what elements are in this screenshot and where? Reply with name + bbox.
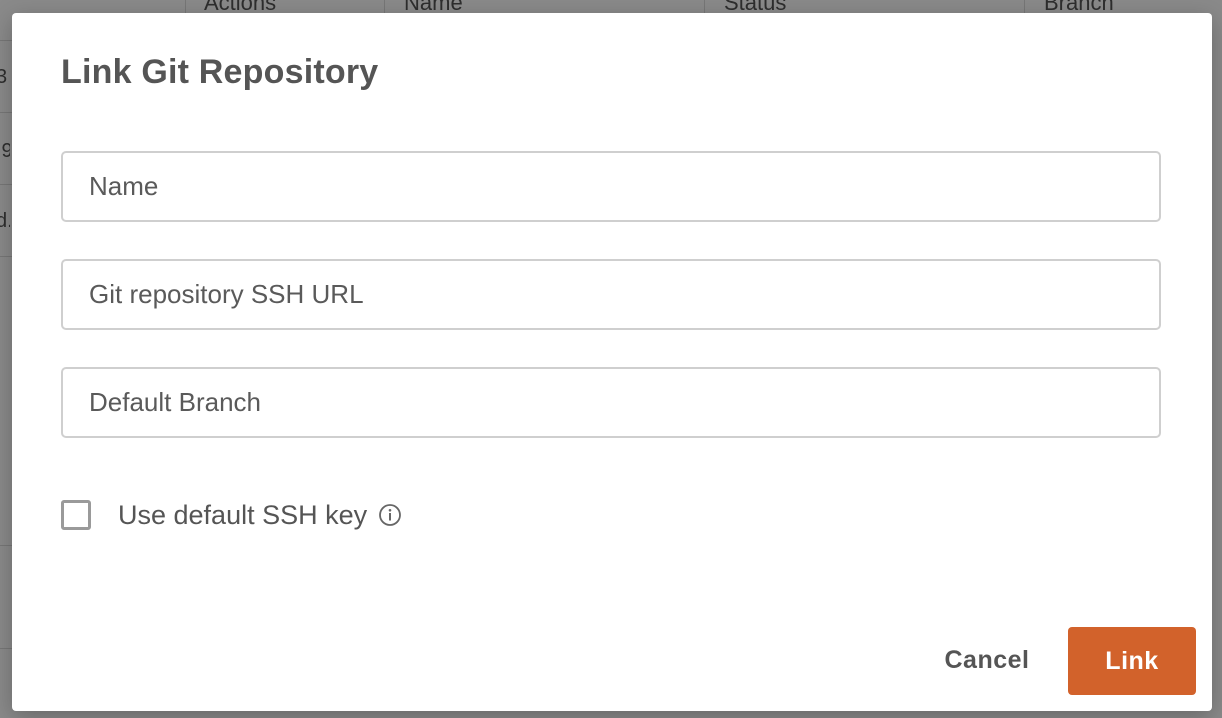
use-default-ssh-key-checkbox[interactable]: [61, 500, 91, 530]
column-separator: [384, 0, 385, 14]
ssh-url-input[interactable]: [63, 261, 1159, 328]
column-header-status: Status: [724, 0, 787, 14]
default-branch-input[interactable]: [63, 369, 1159, 436]
link-button[interactable]: Link: [1068, 627, 1196, 695]
ssh-url-field[interactable]: [61, 259, 1161, 330]
column-header-actions: Actions: [204, 0, 277, 14]
row-fragment: .9: [0, 140, 10, 162]
info-circle-icon[interactable]: [378, 503, 402, 527]
column-header-branch: Branch: [1044, 0, 1114, 14]
dialog-title: Link Git Repository: [61, 53, 379, 91]
column-separator: [1024, 0, 1025, 14]
use-default-ssh-key-label[interactable]: Use default SSH key: [118, 500, 367, 531]
row-fragment: d.: [0, 210, 10, 232]
name-field[interactable]: [61, 151, 1161, 222]
use-default-ssh-key-row: Use default SSH key: [61, 497, 402, 533]
cancel-button[interactable]: Cancel: [928, 639, 1046, 681]
column-separator: [704, 0, 705, 14]
column-header-name: Name: [404, 0, 463, 14]
row-fragment: 3: [0, 66, 8, 88]
column-separator: [185, 0, 186, 14]
default-branch-field[interactable]: [61, 367, 1161, 438]
background-table-header: Actions Name Status Branch: [0, 0, 1222, 14]
name-input[interactable]: [63, 153, 1159, 220]
link-git-repository-dialog: Link Git Repository Use default SSH key …: [12, 13, 1212, 711]
